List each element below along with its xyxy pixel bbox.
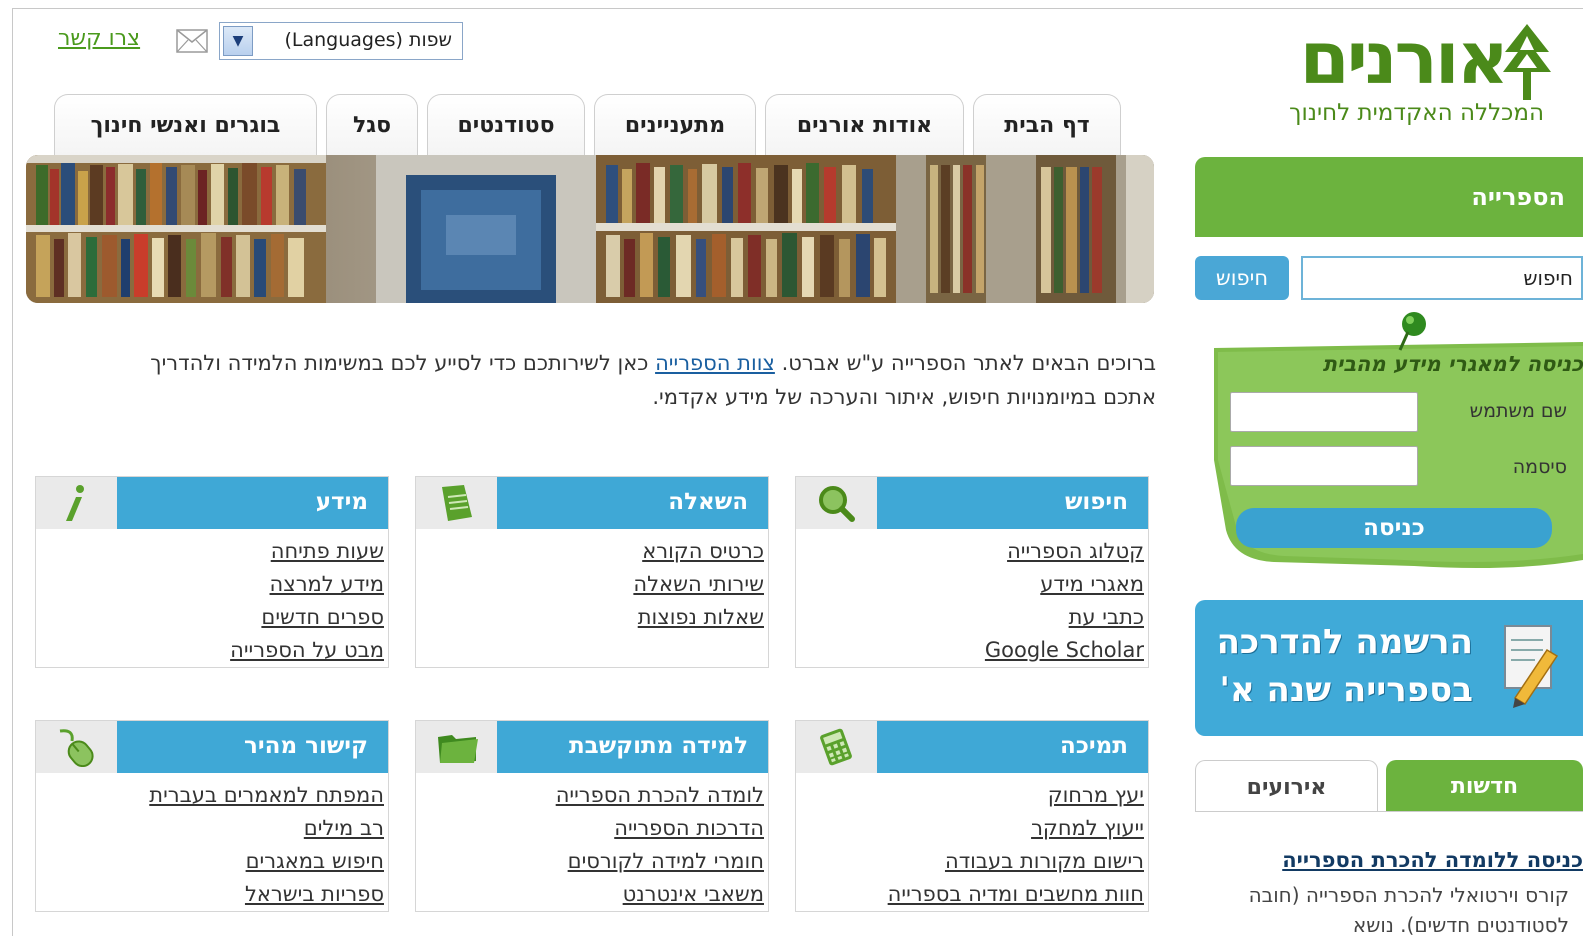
- box-link[interactable]: חוות מחשבים ומדיה בספרייה: [888, 878, 1144, 911]
- box-link[interactable]: חיפוש במאגרים: [149, 845, 384, 878]
- box-link[interactable]: חומרי למידה לקורסים: [556, 845, 764, 878]
- box-loan: השאלה כרטיס הקורא שירותי השאלה שאלות נפו…: [415, 476, 769, 668]
- box-link[interactable]: ספריות בישראל: [149, 878, 384, 911]
- news-excerpt: קורס וירטואלי להכרת הספרייה (חובה לסטודנ…: [1248, 883, 1569, 936]
- box-elearning-links: לומדה להכרת הספרייה הדרכות הספרייה חומרי…: [556, 779, 764, 911]
- library-section-header: הספרייה: [1195, 157, 1583, 237]
- box-support-icon-area: [796, 721, 877, 773]
- logo-wordmark: אורנים: [1299, 16, 1509, 100]
- box-elearning: למידה מתוקשבת לומדה להכרת הספרייה הדרכות…: [415, 720, 769, 912]
- library-staff-link[interactable]: צוות הספרייה: [655, 351, 775, 375]
- tab-events[interactable]: אירועים: [1195, 760, 1378, 812]
- box-link[interactable]: קטלוג הספרייה: [985, 535, 1144, 568]
- folder-icon: [438, 735, 478, 763]
- register-training-banner[interactable]: הרשמה להדרכה בספרייה שנה א': [1195, 600, 1583, 736]
- box-link[interactable]: שירותי השאלה: [633, 568, 764, 601]
- pushpin-icon: [1398, 312, 1426, 351]
- news-headline-link[interactable]: כניסה ללומדה להכרת הספרייה: [1282, 848, 1583, 872]
- box-support-title: תמיכה: [876, 721, 1148, 773]
- box-elearning-icon-area: [416, 721, 497, 773]
- box-link[interactable]: כרטיס הקורא: [633, 535, 764, 568]
- register-banner-line2: בספרייה שנה א': [1219, 670, 1473, 710]
- box-info-links: שעות פתיחה מידע למרצה ספרים חדשים מבט על…: [230, 535, 384, 667]
- login-title: כניסה למאגרי מידע מהבית: [1322, 352, 1583, 376]
- box-link[interactable]: מאגרי מידע: [985, 568, 1144, 601]
- box-search-links: קטלוג הספרייה מאגרי מידע כתבי עת Google …: [985, 535, 1144, 667]
- box-support: תמיכה יעץ מרחוק ייעוץ למחקר רישום מקורות…: [795, 720, 1149, 912]
- document-icon: [442, 485, 472, 521]
- password-label: סיסמה: [1512, 456, 1567, 478]
- library-search-button[interactable]: חיפוש: [1195, 256, 1289, 300]
- box-quicklinks-title: קישור מהיר: [116, 721, 388, 773]
- form-pencil-icon: [1504, 625, 1559, 708]
- welcome-text: ברוכים הבאים לאתר הספרייה ע"ש אברט. צוות…: [150, 346, 1156, 414]
- box-search: חיפוש קטלוג הספרייה מאגרי מידע כתבי עת G…: [795, 476, 1149, 668]
- box-quicklinks-icon-area: [36, 721, 117, 773]
- register-banner-line1: הרשמה להדרכה: [1216, 622, 1473, 662]
- box-link[interactable]: שעות פתיחה: [230, 535, 384, 568]
- box-support-links: יעץ מרחוק ייעוץ למחקר רישום מקורות בעבוד…: [888, 779, 1144, 911]
- box-info: מידע שעות פתיחה מידע למרצה ספרים חדשים מ…: [35, 476, 389, 668]
- box-info-icon-area: [36, 477, 117, 529]
- news-tabs-divider: [1195, 811, 1583, 812]
- box-link[interactable]: מידע למרצה: [230, 568, 384, 601]
- box-link[interactable]: הדרכות הספרייה: [556, 812, 764, 845]
- contact-link[interactable]: צרו קשר: [58, 26, 140, 51]
- calculator-icon: [820, 728, 852, 766]
- username-label: שם משתמש: [1469, 400, 1567, 422]
- login-button[interactable]: כניסה: [1236, 508, 1552, 548]
- box-quicklinks-links: המפתח למאמרים בעברית רב מילים חיפוש במאג…: [149, 779, 384, 911]
- welcome-part1: ברוכים הבאים לאתר הספרייה ע"ש אברט.: [781, 351, 1156, 375]
- box-link[interactable]: המפתח למאמרים בעברית: [149, 779, 384, 812]
- box-search-title: חיפוש: [876, 477, 1148, 529]
- box-link[interactable]: לומדה להכרת הספרייה: [556, 779, 764, 812]
- language-select[interactable]: ▼ שפות (Languages): [219, 22, 463, 60]
- envelope-icon[interactable]: [176, 29, 208, 53]
- box-elearning-title: למידה מתוקשבת: [496, 721, 768, 773]
- logo-tagline: המכללה האקדמית לחינוך: [1289, 100, 1544, 126]
- box-link[interactable]: רישום מקורות בעבודה: [888, 845, 1144, 878]
- box-link[interactable]: כתבי עת: [985, 601, 1144, 634]
- tab-news[interactable]: חדשות: [1386, 760, 1583, 812]
- box-link[interactable]: Google Scholar: [985, 634, 1144, 667]
- chevron-down-icon[interactable]: ▼: [223, 26, 253, 56]
- language-select-value: שפות (Languages): [284, 29, 452, 51]
- nav-tab-staff[interactable]: סגל: [326, 94, 418, 156]
- remote-login-box: כניסה למאגרי מידע מהבית שם משתמש סיסמה כ…: [1214, 312, 1583, 570]
- nav-tab-home[interactable]: דף הבית: [973, 94, 1121, 156]
- magnifier-icon: [819, 486, 855, 522]
- nav-tab-about[interactable]: אודות אורנים: [765, 94, 964, 156]
- library-banner-image: [26, 155, 1154, 303]
- box-loan-title: השאלה: [496, 477, 768, 529]
- box-link[interactable]: ייעוץ למחקר: [888, 812, 1144, 845]
- library-search-input[interactable]: [1301, 256, 1583, 300]
- box-quicklinks: קישור מהיר המפתח למאמרים בעברית רב מילים…: [35, 720, 389, 912]
- nav-tab-alumni[interactable]: בוגרים ואנשי חינוך: [54, 94, 317, 156]
- nav-tab-students[interactable]: סטודנטים: [427, 94, 585, 156]
- box-link[interactable]: יעץ מרחוק: [888, 779, 1144, 812]
- info-icon: [66, 485, 84, 521]
- box-info-title: מידע: [116, 477, 388, 529]
- password-field[interactable]: [1230, 446, 1418, 486]
- box-loan-icon-area: [416, 477, 497, 529]
- box-link[interactable]: שאלות נפוצות: [633, 601, 764, 634]
- site-logo[interactable]: אורנים המכללה האקדמית לחינוך: [1212, 16, 1552, 128]
- box-link[interactable]: משאבי אינטרנט: [556, 878, 764, 911]
- nav-tab-prospective[interactable]: מתעניינים: [594, 94, 756, 156]
- tree-logo-icon: [1503, 24, 1551, 100]
- mouse-icon: [59, 729, 94, 767]
- box-link[interactable]: מבט על הספרייה: [230, 634, 384, 667]
- box-link[interactable]: רב מילים: [149, 812, 384, 845]
- box-link[interactable]: ספרים חדשים: [230, 601, 384, 634]
- register-banner-text: הרשמה להדרכה בספרייה שנה א': [1217, 618, 1473, 714]
- box-loan-links: כרטיס הקורא שירותי השאלה שאלות נפוצות: [633, 535, 764, 634]
- box-search-icon-area: [796, 477, 877, 529]
- username-field[interactable]: [1230, 392, 1418, 432]
